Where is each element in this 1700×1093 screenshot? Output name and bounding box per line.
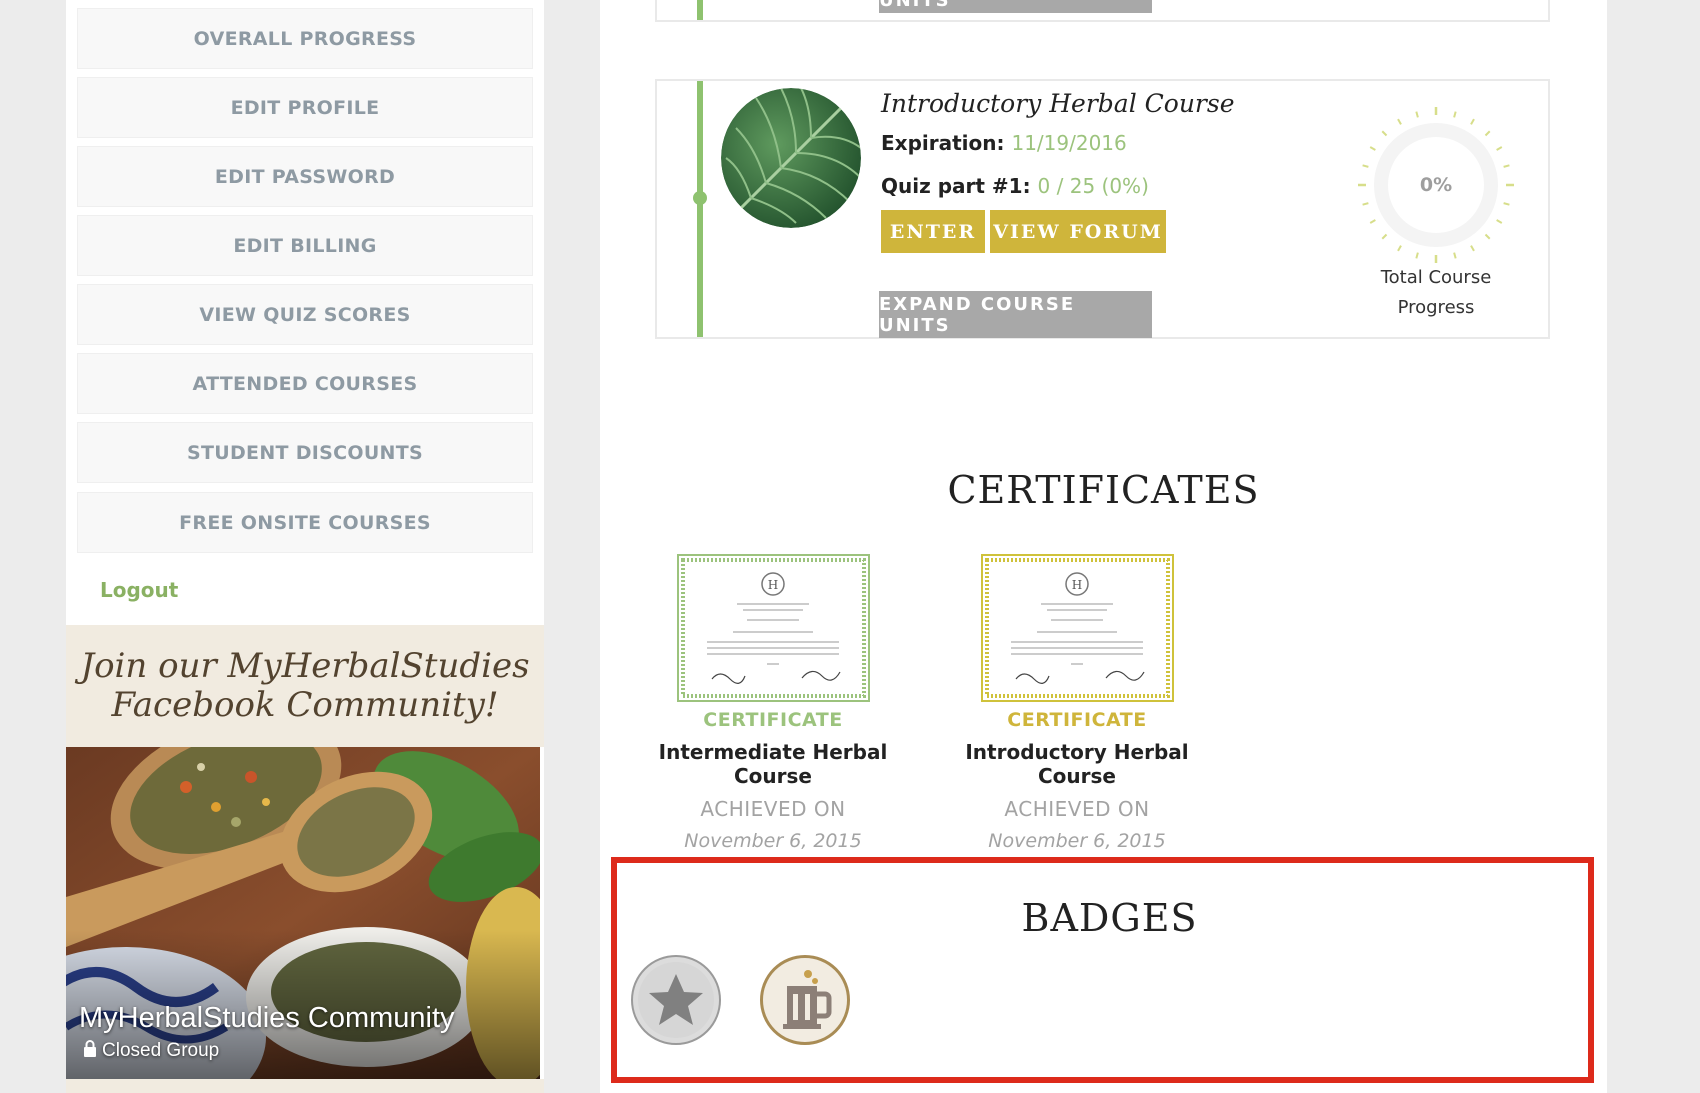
badge-tea[interactable] (760, 955, 850, 1045)
quiz-score: 0 / 25 (0%) (1037, 174, 1149, 198)
certificate-achieved-label: ACHIEVED ON (1004, 797, 1150, 821)
herbs-photo: MyHerbalStudies Community Closed Group (66, 747, 540, 1079)
course-timeline-dot (693, 191, 707, 205)
certificate-document-icon: H (980, 554, 1174, 702)
svg-text:H: H (767, 578, 777, 592)
leaf-image (721, 88, 861, 228)
facebook-banner-footer (66, 1079, 544, 1093)
logout-link[interactable]: Logout (100, 578, 178, 602)
menu-edit-billing[interactable]: EDIT BILLING (77, 215, 533, 276)
menu-free-onsite-courses[interactable]: FREE ONSITE COURSES (77, 492, 533, 553)
menu-edit-profile[interactable]: EDIT PROFILE (77, 77, 533, 138)
course-timeline-line (697, 81, 703, 337)
expiration-label: Expiration: (881, 131, 1005, 155)
progress-percent: 0% (1419, 174, 1453, 196)
course-leaf-thumbnail (721, 88, 861, 228)
course-title[interactable]: Introductory Herbal Course (881, 89, 1235, 118)
facebook-group-name: MyHerbalStudies Community (79, 1002, 455, 1034)
expiration-row: Expiration: 11/19/2016 (881, 131, 1127, 155)
course-progress-ring: 0% (1357, 106, 1515, 264)
course-card-introductory: Introductory Herbal Course Expiration: 1… (655, 79, 1550, 339)
certificates-heading: CERTIFICATES (947, 468, 1260, 512)
certificate-type: CERTIFICATE (703, 709, 843, 731)
main-content: EXPAND COURSE UNITS (600, 0, 1607, 1093)
menu-student-discounts[interactable]: STUDENT DISCOUNTS (77, 422, 533, 483)
view-forum-button[interactable]: VIEW FORUM (990, 210, 1166, 253)
certificate-type: CERTIFICATE (1007, 709, 1147, 731)
lock-icon (84, 1040, 96, 1057)
menu-view-quiz-scores[interactable]: VIEW QUIZ SCORES (77, 284, 533, 345)
certificate-course-name: Intermediate Herbal Course (658, 740, 888, 788)
certificate-date: November 6, 2015 (988, 830, 1166, 852)
expiration-value: 11/19/2016 (1011, 131, 1127, 155)
menu-attended-courses[interactable]: ATTENDED COURSES (77, 353, 533, 414)
progress-label: Total Course Progress (1357, 263, 1515, 323)
badges-section: BADGES (611, 857, 1594, 1083)
course-timeline-line (697, 0, 703, 20)
facebook-banner-heading: Join our MyHerbalStudies Facebook Commun… (66, 625, 544, 747)
star-icon (638, 962, 714, 1038)
certificate-date: November 6, 2015 (684, 830, 862, 852)
facebook-group-type: Closed Group (102, 1040, 220, 1061)
certificate-thumbnail[interactable]: H (980, 554, 1174, 702)
account-sidebar: OVERALL PROGRESS EDIT PROFILE EDIT PASSW… (66, 0, 544, 1093)
certificate-item: H CERTIFICATE Intermediate Herbal Course… (633, 554, 913, 852)
progress-label-line2: Progress (1397, 297, 1475, 318)
quiz-label: Quiz part #1: (881, 174, 1031, 198)
certificate-item: H CERTIFICATE Introductory Herbal Course… (937, 554, 1217, 852)
svg-text:H: H (1071, 578, 1081, 592)
certificate-course-name: Introductory Herbal Course (965, 740, 1189, 788)
previous-course-card: EXPAND COURSE UNITS (655, 0, 1550, 22)
certificate-thumbnail[interactable]: H (676, 554, 870, 702)
facebook-heading-line2: Facebook Community! (111, 685, 499, 725)
menu-edit-password[interactable]: EDIT PASSWORD (77, 146, 533, 207)
badges-heading: BADGES (1021, 896, 1198, 940)
menu-overall-progress[interactable]: OVERALL PROGRESS (77, 8, 533, 69)
quiz-row: Quiz part #1: 0 / 25 (0%) (881, 174, 1149, 198)
enter-course-button[interactable]: ENTER (881, 210, 985, 253)
expand-course-units-button[interactable]: EXPAND COURSE UNITS (879, 291, 1152, 338)
progress-label-line1: Total Course (1380, 267, 1492, 288)
certificate-document-icon: H (676, 554, 870, 702)
expand-course-units-button[interactable]: EXPAND COURSE UNITS (879, 0, 1152, 13)
tea-mug-icon (767, 962, 843, 1038)
facebook-heading-line1: Join our MyHerbalStudies (80, 646, 530, 686)
badge-star[interactable] (631, 955, 721, 1045)
facebook-community-banner[interactable]: Join our MyHerbalStudies Facebook Commun… (66, 625, 544, 1093)
certificate-achieved-label: ACHIEVED ON (700, 797, 846, 821)
